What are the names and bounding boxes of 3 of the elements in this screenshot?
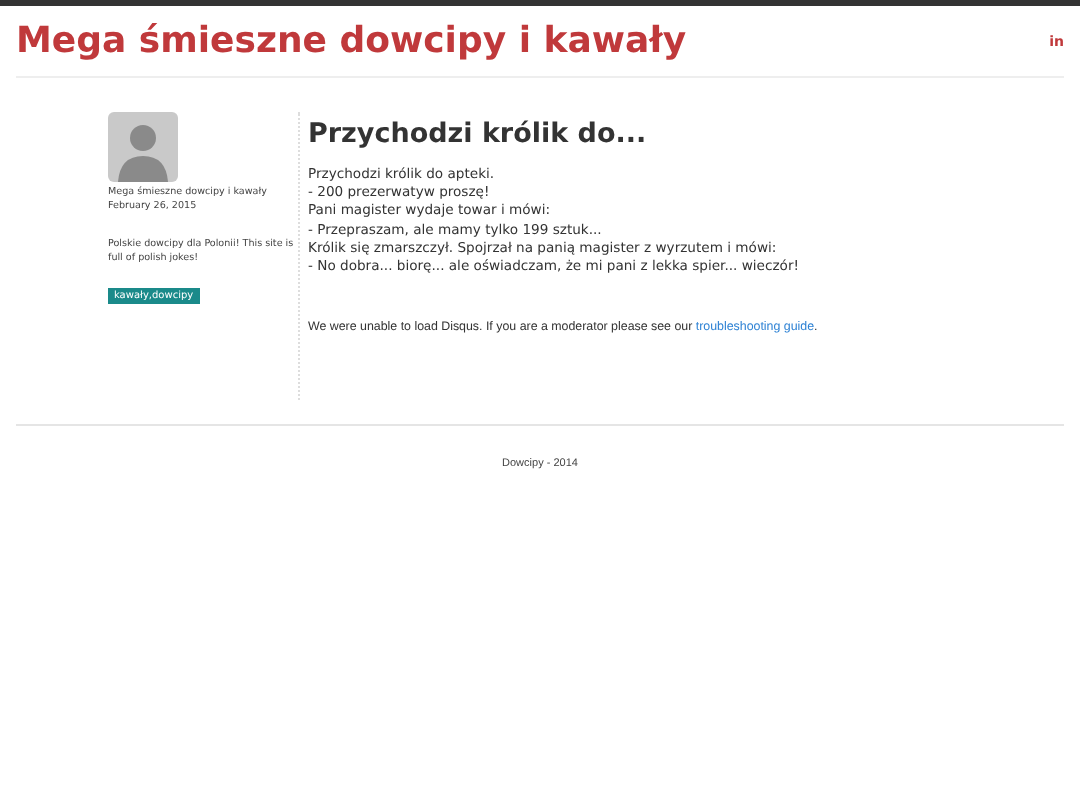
avatar-icon	[108, 112, 178, 182]
post-title: Przychodzi królik do...	[308, 118, 649, 150]
site-title[interactable]: Mega śmieszne dowcipy i kawały	[16, 20, 687, 62]
